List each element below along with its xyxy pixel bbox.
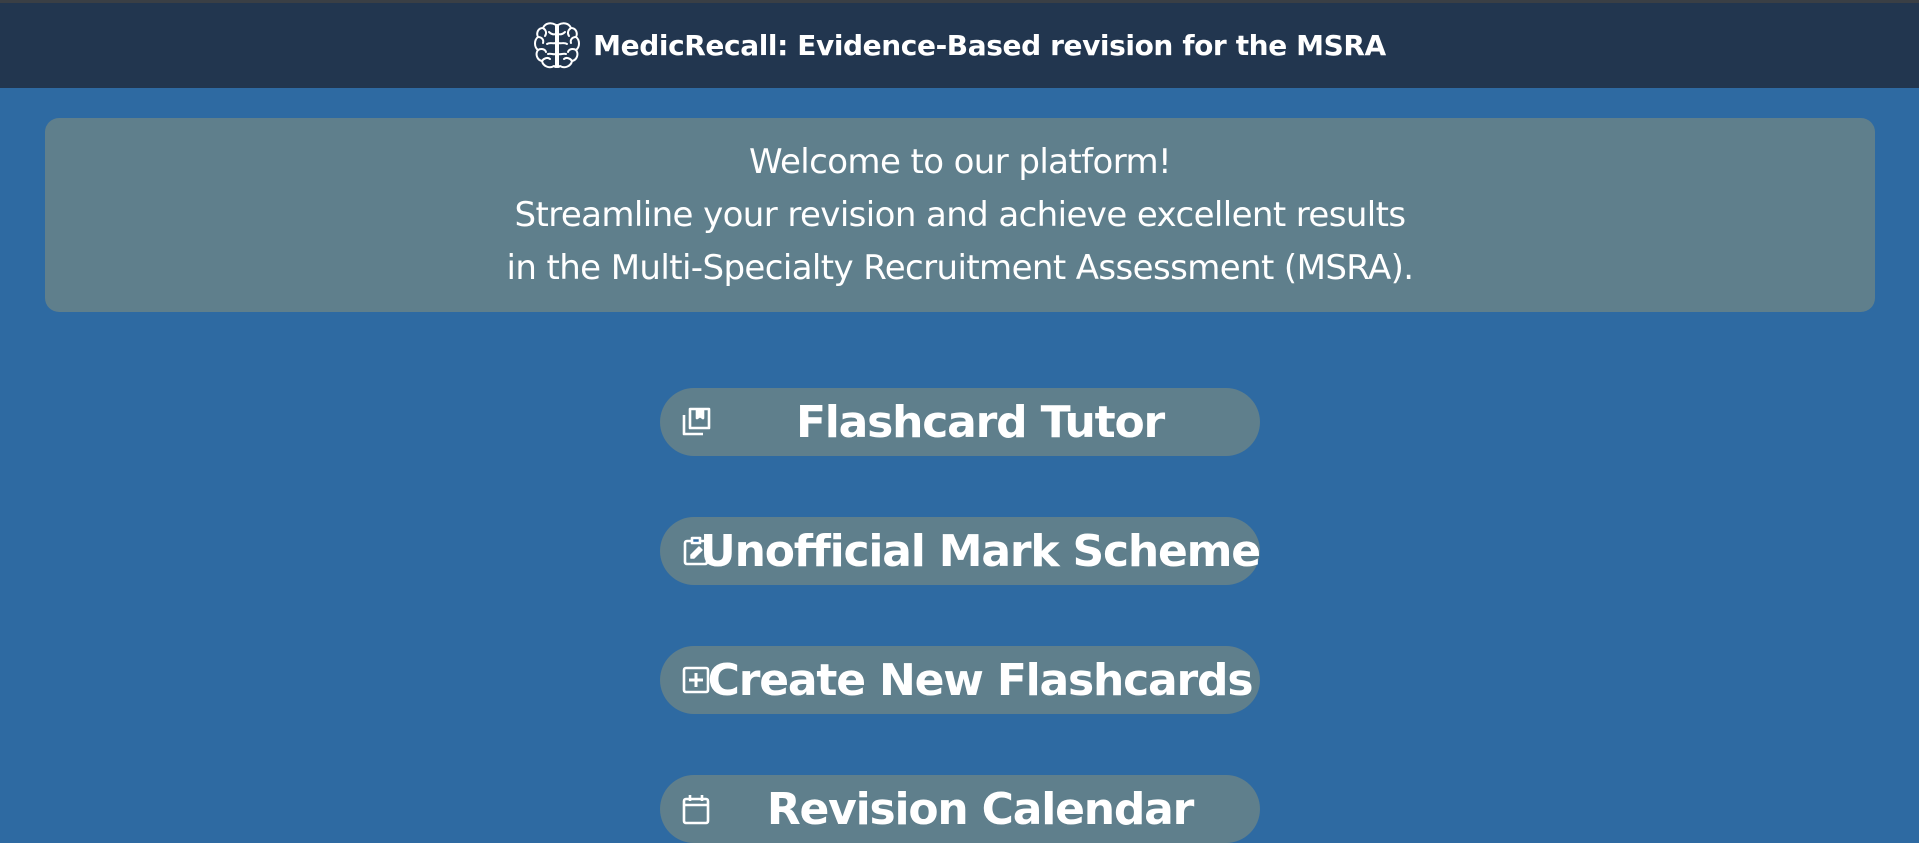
library-books-icon: [680, 406, 712, 438]
flashcard-tutor-button[interactable]: Flashcard Tutor: [660, 388, 1260, 456]
header-brand: MedicRecall: Evidence-Based revision for…: [533, 20, 1386, 72]
unofficial-mark-scheme-label: Unofficial Mark Scheme: [700, 525, 1261, 577]
add-box-icon: [680, 664, 712, 696]
calendar-icon: [680, 793, 712, 825]
app-header: MedicRecall: Evidence-Based revision for…: [0, 3, 1919, 88]
revision-calendar-button[interactable]: Revision Calendar: [660, 775, 1260, 843]
welcome-heading: Welcome to our platform!: [748, 141, 1172, 182]
create-new-flashcards-button[interactable]: Create New Flashcards: [660, 646, 1260, 714]
clipboard-edit-icon: [680, 535, 712, 567]
welcome-text-line-2: in the Multi-Specialty Recruitment Asses…: [506, 247, 1414, 288]
welcome-text-line-1: Streamline your revision and achieve exc…: [514, 194, 1407, 235]
welcome-panel: Welcome to our platform! Streamline your…: [45, 118, 1875, 312]
create-new-flashcards-label: Create New Flashcards: [707, 654, 1254, 706]
flashcard-tutor-label: Flashcard Tutor: [795, 396, 1165, 448]
unofficial-mark-scheme-button[interactable]: Unofficial Mark Scheme: [660, 517, 1261, 585]
revision-calendar-label: Revision Calendar: [766, 783, 1195, 835]
brain-icon: [533, 20, 581, 72]
app-title: MedicRecall: Evidence-Based revision for…: [593, 29, 1386, 62]
